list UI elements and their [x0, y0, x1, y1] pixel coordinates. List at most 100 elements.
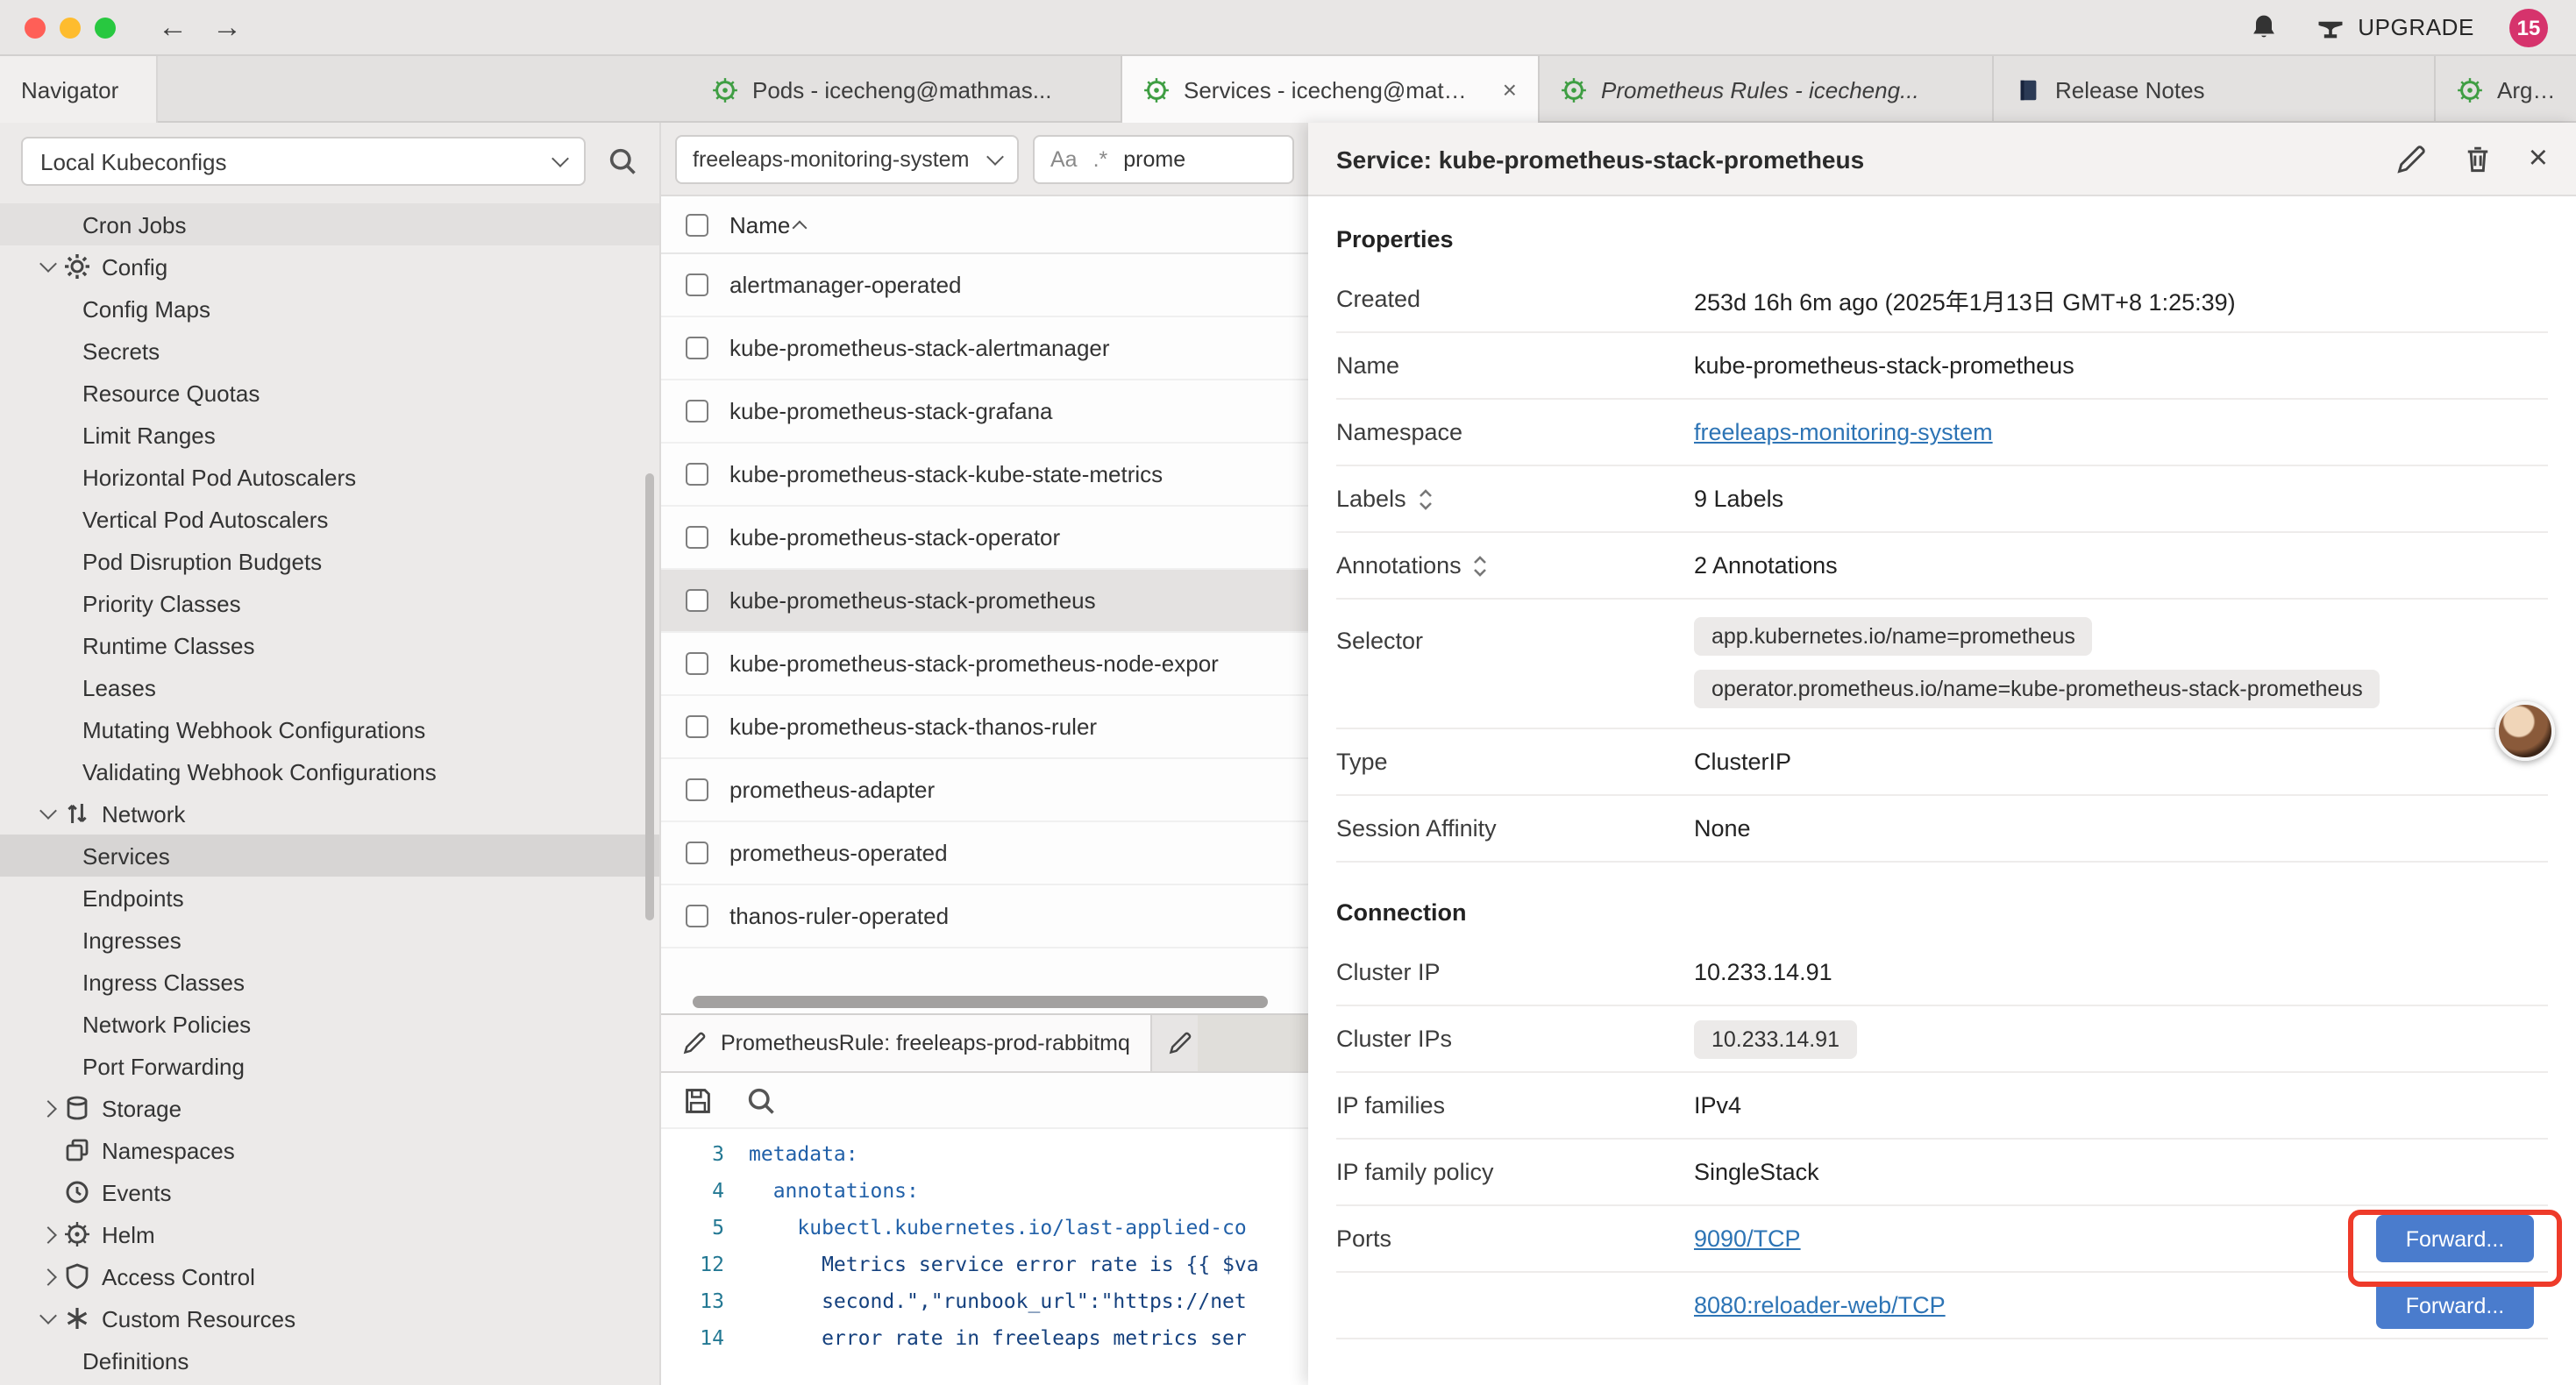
chevron-down-icon[interactable]	[35, 245, 60, 288]
row-checkbox[interactable]	[686, 652, 708, 675]
trash-icon[interactable]	[2462, 143, 2494, 174]
table-row[interactable]: thanos-ruler-operated	[661, 885, 1308, 948]
tab-argo[interactable]: Argo S	[2436, 56, 2576, 123]
chevron-right-icon[interactable]	[35, 1213, 60, 1255]
select-all-checkbox[interactable]	[686, 213, 708, 236]
sidebar-item-priority-classes[interactable]: Priority Classes	[0, 582, 659, 624]
edit-pencil-icon[interactable]	[2395, 143, 2427, 174]
expand-collapse-icon[interactable]	[1417, 487, 1434, 511]
sidebar-item-horizontal-pod-autoscalers[interactable]: Horizontal Pod Autoscalers	[0, 456, 659, 498]
forward-button[interactable]: Forward...	[2376, 1282, 2534, 1329]
chevron-down-icon[interactable]	[35, 1297, 60, 1339]
sidebar-scrollbar[interactable]	[645, 473, 654, 920]
regex-toggle[interactable]: .*	[1093, 146, 1108, 171]
sidebar-item-runtime-classes[interactable]: Runtime Classes	[0, 624, 659, 666]
row-checkbox[interactable]	[686, 400, 708, 423]
sidebar-item-custom-resources[interactable]: Custom Resources	[0, 1297, 659, 1339]
row-checkbox[interactable]	[686, 842, 708, 864]
table-row[interactable]: alertmanager-operated	[661, 254, 1308, 317]
sidebar-item-storage[interactable]: Storage	[0, 1087, 659, 1129]
maximize-window-button[interactable]	[95, 17, 116, 38]
table-row[interactable]: kube-prometheus-stack-prometheus-node-ex…	[661, 633, 1308, 696]
row-checkbox[interactable]	[686, 337, 708, 359]
sidebar-item-network-policies[interactable]: Network Policies	[0, 1003, 659, 1045]
name-column-header[interactable]: Name	[729, 211, 804, 238]
sidebar-item-mutating-webhook-configurations[interactable]: Mutating Webhook Configurations	[0, 708, 659, 750]
match-case-toggle[interactable]: Aa	[1050, 146, 1078, 171]
sidebar-item-ingress-classes[interactable]: Ingress Classes	[0, 961, 659, 1003]
sidebar-item-helm[interactable]: Helm	[0, 1213, 659, 1255]
sidebar-item-label: Access Control	[102, 1263, 255, 1289]
sidebar-item-pod-disruption-budgets[interactable]: Pod Disruption Budgets	[0, 540, 659, 582]
sidebar-item-cron-jobs[interactable]: Cron Jobs	[0, 203, 659, 245]
sidebar-item-secrets[interactable]: Secrets	[0, 330, 659, 372]
namespace-selector[interactable]: freeleaps-monitoring-system	[675, 134, 1019, 183]
table-row[interactable]: kube-prometheus-stack-grafana	[661, 380, 1308, 444]
sidebar-item-validating-webhook-configurations[interactable]: Validating Webhook Configurations	[0, 750, 659, 792]
search-input[interactable]: Aa .* prome	[1033, 134, 1294, 183]
forward-button[interactable]: Forward...	[2376, 1215, 2534, 1262]
row-checkbox[interactable]	[686, 273, 708, 296]
sidebar-item-limit-ranges[interactable]: Limit Ranges	[0, 414, 659, 456]
bell-icon[interactable]	[2247, 11, 2279, 43]
row-checkbox[interactable]	[686, 589, 708, 612]
tab-release-notes[interactable]: Release Notes	[1994, 56, 2436, 123]
table-row[interactable]: kube-prometheus-stack-kube-state-metrics	[661, 444, 1308, 507]
sidebar-item-vertical-pod-autoscalers[interactable]: Vertical Pod Autoscalers	[0, 498, 659, 540]
table-row[interactable]: kube-prometheus-stack-operator	[661, 507, 1308, 570]
notification-badge[interactable]: 15	[2509, 8, 2548, 46]
sidebar-item-config-maps[interactable]: Config Maps	[0, 288, 659, 330]
sidebar-item-config[interactable]: Config	[0, 245, 659, 288]
sidebar-item-events[interactable]: Events	[0, 1171, 659, 1213]
expand-collapse-icon[interactable]	[1472, 553, 1490, 578]
port-link[interactable]: 9090/TCP	[1694, 1225, 1801, 1252]
sidebar-item-network[interactable]: Network	[0, 792, 659, 835]
sidebar-item-services[interactable]: Services	[0, 835, 659, 877]
row-checkbox[interactable]	[686, 715, 708, 738]
sidebar-item-namespaces[interactable]: Namespaces	[0, 1129, 659, 1171]
dock-tab-prometheusrule[interactable]: PrometheusRule: freeleaps-prod-rabbitmq	[661, 1015, 1153, 1071]
yaml-editor[interactable]: 3metadata: 4 annotations: 5 kubectl.kube…	[661, 1129, 1308, 1385]
table-row[interactable]: prometheus-adapter	[661, 759, 1308, 822]
dock-tab-hidden[interactable]	[1153, 1015, 1199, 1071]
horizontal-scrollbar[interactable]	[693, 996, 1268, 1008]
namespace-link[interactable]: freeleaps-monitoring-system	[1694, 419, 1993, 445]
row-checkbox[interactable]	[686, 778, 708, 801]
tab-pods[interactable]: Pods - icecheng@mathmas...	[691, 56, 1122, 123]
sidebar-item-endpoints[interactable]: Endpoints	[0, 877, 659, 919]
close-window-button[interactable]	[25, 17, 46, 38]
sidebar-item-leases[interactable]: Leases	[0, 666, 659, 708]
sidebar-item-ingresses[interactable]: Ingresses	[0, 919, 659, 961]
search-icon[interactable]	[745, 1084, 777, 1116]
close-icon[interactable]: ×	[2529, 142, 2548, 175]
back-arrow-icon[interactable]: ←	[158, 12, 188, 42]
chevron-down-icon[interactable]	[35, 792, 60, 835]
avatar[interactable]	[2495, 701, 2555, 761]
chevron-right-icon[interactable]	[35, 1255, 60, 1297]
tab-services[interactable]: Services - icecheng@math... ×	[1122, 56, 1540, 123]
port-link[interactable]: 8080:reloader-web/TCP	[1694, 1292, 1946, 1318]
minimize-window-button[interactable]	[60, 17, 81, 38]
sidebar-item-port-forwarding[interactable]: Port Forwarding	[0, 1045, 659, 1087]
row-checkbox[interactable]	[686, 526, 708, 549]
save-icon[interactable]	[682, 1084, 714, 1116]
tab-prometheus-rules[interactable]: Prometheus Rules - icecheng...	[1540, 56, 1994, 123]
search-icon[interactable]	[607, 146, 638, 177]
table-row[interactable]: prometheus-operated	[661, 822, 1308, 885]
sidebar-item-definitions[interactable]: Definitions	[0, 1339, 659, 1381]
table-row[interactable]: kube-prometheus-stack-thanos-ruler	[661, 696, 1308, 759]
row-checkbox[interactable]	[686, 463, 708, 486]
table-row[interactable]: kube-prometheus-stack-alertmanager	[661, 317, 1308, 380]
sidebar-item-resource-quotas[interactable]: Resource Quotas	[0, 372, 659, 414]
row-checkbox[interactable]	[686, 905, 708, 927]
navigator-panel-tab[interactable]: Navigator	[0, 56, 158, 123]
table-row-selected[interactable]: kube-prometheus-stack-prometheus	[661, 570, 1308, 633]
forward-arrow-icon[interactable]: →	[212, 12, 242, 42]
pencil-icon	[682, 1031, 707, 1055]
kubeconfig-selector[interactable]: Local Kubeconfigs	[21, 137, 586, 186]
close-tab-icon[interactable]: ×	[1489, 75, 1517, 103]
sidebar-item-access-control[interactable]: Access Control	[0, 1255, 659, 1297]
chevron-right-icon[interactable]	[35, 1087, 60, 1129]
search-value: prome	[1123, 146, 1185, 171]
upgrade-button[interactable]: UPGRADE	[2314, 11, 2474, 43]
